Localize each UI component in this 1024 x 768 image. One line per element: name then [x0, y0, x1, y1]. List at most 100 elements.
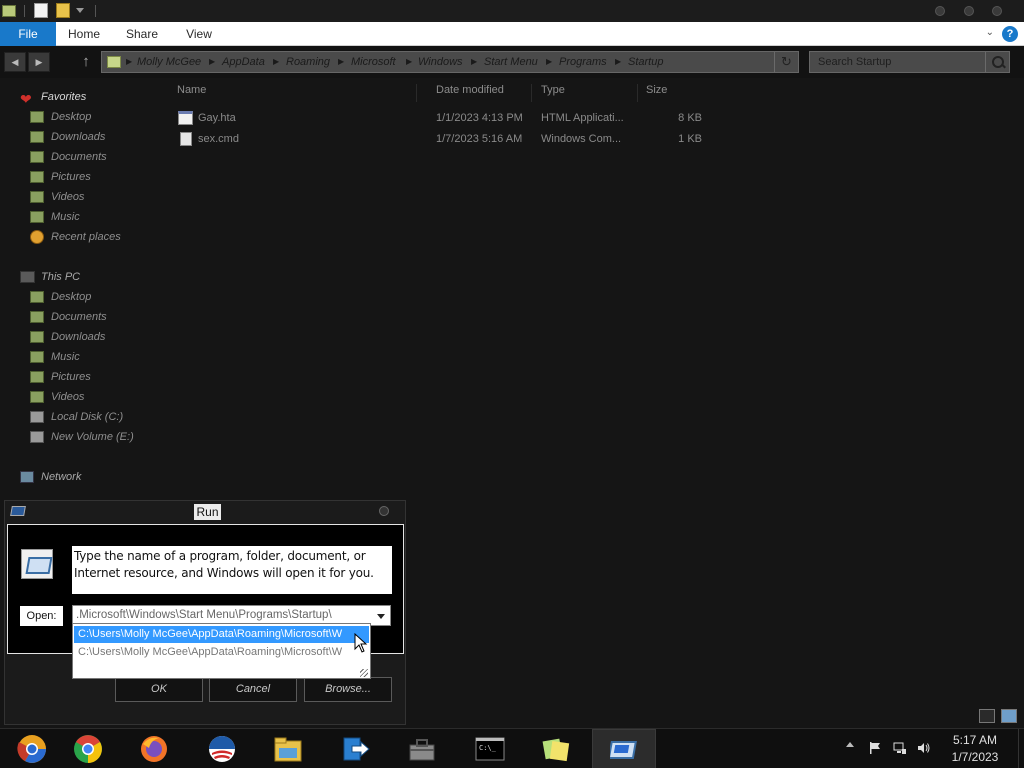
- file-type: HTML Applicati...: [541, 112, 624, 124]
- pictures-icon: [30, 371, 44, 383]
- firefox-icon: [141, 736, 167, 762]
- obama-logo-icon: [209, 736, 235, 762]
- tab-file[interactable]: File: [0, 22, 56, 46]
- taskbar-chrome-canary[interactable]: [0, 729, 64, 768]
- file-size: 8 KB: [678, 112, 702, 124]
- column-header-date-modified[interactable]: Date modified: [436, 84, 532, 102]
- resize-grip-icon[interactable]: [360, 669, 368, 677]
- maximize-button[interactable]: [964, 6, 974, 16]
- action-center-flag-icon[interactable]: [868, 741, 882, 755]
- breadcrumb-startup[interactable]: Startup: [628, 52, 663, 72]
- taskbar-exit-arrow[interactable]: [324, 729, 388, 768]
- minimize-button[interactable]: [935, 6, 945, 16]
- forward-button[interactable]: ▶: [28, 52, 50, 72]
- nav-item-label: Desktop: [51, 291, 92, 303]
- close-button[interactable]: [992, 6, 1002, 16]
- breadcrumb-separator-icon[interactable]: ▶: [273, 52, 279, 72]
- taskbar-file-explorer[interactable]: [256, 729, 320, 768]
- breadcrumb-appdata[interactable]: AppData: [222, 52, 265, 72]
- large-icons-view-icon[interactable]: [1001, 709, 1017, 723]
- cmd-file-icon: [180, 132, 192, 146]
- run-program-icon: [21, 549, 53, 579]
- nav-item-label: Music: [51, 351, 80, 363]
- clock-date[interactable]: 1/7/2023: [940, 750, 1010, 764]
- nav-item-label: Music: [51, 211, 80, 223]
- column-header-name[interactable]: Name: [177, 84, 417, 102]
- nav-item-label: Videos: [51, 391, 85, 403]
- nav-item-label: Documents: [51, 311, 107, 323]
- breadcrumb-molly-mcgee[interactable]: Molly McGee: [137, 52, 201, 72]
- nav-item-label: Local Disk (C:): [51, 411, 124, 423]
- drive-icon: [30, 431, 44, 443]
- nav-favorites-label: Favorites: [41, 91, 87, 103]
- chrome-canary-icon: [17, 735, 46, 763]
- back-button[interactable]: ◀: [4, 52, 26, 72]
- tab-home[interactable]: Home: [62, 22, 106, 46]
- run-dialog: Run Type the name of a program, folder, …: [4, 500, 406, 725]
- nav-this-pc-label: This PC: [41, 271, 81, 283]
- customize-qat-chevron-icon[interactable]: [76, 8, 84, 13]
- breadcrumb-separator-icon[interactable]: ▶: [126, 52, 132, 72]
- breadcrumb-separator-icon[interactable]: ▶: [546, 52, 552, 72]
- column-header-type[interactable]: Type: [541, 84, 638, 102]
- tab-view[interactable]: View: [178, 22, 220, 46]
- heart-icon: ❤: [20, 91, 32, 107]
- file-row-gay-hta[interactable]: Gay.hta 1/1/2023 4:13 PM HTML Applicati.…: [170, 108, 710, 128]
- column-header-size[interactable]: Size: [646, 84, 706, 102]
- breadcrumb-separator-icon[interactable]: ▶: [209, 52, 215, 72]
- address-bar[interactable]: ▶ Molly McGee ▶ AppData ▶ Roaming ▶ Micr…: [101, 51, 799, 73]
- ok-button[interactable]: OK: [115, 677, 203, 702]
- svg-text:C:\_: C:\_: [479, 744, 497, 752]
- taskbar-chrome[interactable]: [56, 729, 120, 768]
- title-bar: [0, 0, 1024, 22]
- chevron-down-icon[interactable]: [372, 606, 390, 625]
- clock-time[interactable]: 5:17 AM: [940, 733, 1010, 747]
- browse-button[interactable]: Browse...: [304, 677, 392, 702]
- breadcrumb-separator-icon[interactable]: ▶: [471, 52, 477, 72]
- breadcrumb-windows[interactable]: Windows: [418, 52, 463, 72]
- details-view-icon[interactable]: [979, 709, 995, 723]
- breadcrumb-separator-icon[interactable]: ▶: [615, 52, 621, 72]
- help-icon[interactable]: ?: [1002, 26, 1018, 42]
- search-icon[interactable]: [985, 52, 1009, 72]
- file-row-sex-cmd[interactable]: sex.cmd 1/7/2023 5:16 AM Windows Com... …: [170, 129, 710, 149]
- autocomplete-item[interactable]: C:\Users\Molly McGee\AppData\Roaming\Mic…: [74, 626, 369, 643]
- sticky-notes-icon: [542, 738, 570, 762]
- taskbar-cmd[interactable]: C:\_: [458, 729, 522, 768]
- breadcrumb-roaming[interactable]: Roaming: [286, 52, 330, 72]
- breadcrumb-separator-icon[interactable]: ▶: [338, 52, 344, 72]
- breadcrumb-start-menu[interactable]: Start Menu: [484, 52, 538, 72]
- taskbar-toolbox[interactable]: [390, 729, 454, 768]
- cancel-button[interactable]: Cancel: [209, 677, 297, 702]
- documents-icon: [30, 151, 44, 163]
- autocomplete-item[interactable]: C:\Users\Molly McGee\AppData\Roaming\Mic…: [74, 644, 369, 661]
- desktop-icon: [30, 291, 44, 303]
- taskbar-sticky-notes[interactable]: [524, 729, 588, 768]
- navigation-pane: ❤ Favorites Desktop Downloads Documents …: [0, 78, 150, 498]
- up-arrow-icon[interactable]: ↑: [78, 53, 94, 71]
- taskbar-obama-logo[interactable]: [190, 729, 254, 768]
- nav-item-label: Documents: [51, 151, 107, 163]
- cmd-icon: C:\_: [475, 737, 505, 761]
- explorer-folder-icon[interactable]: [2, 5, 16, 17]
- taskbar-run[interactable]: [592, 729, 656, 768]
- breadcrumb-separator-icon[interactable]: ▶: [406, 52, 412, 72]
- expand-ribbon-chevron-icon[interactable]: ⌄: [986, 27, 994, 38]
- breadcrumb-programs[interactable]: Programs: [559, 52, 607, 72]
- show-desktop-button[interactable]: [1018, 729, 1024, 768]
- taskbar-firefox[interactable]: [122, 729, 186, 768]
- refresh-icon[interactable]: ↻: [774, 52, 798, 72]
- open-autocomplete-list: C:\Users\Molly McGee\AppData\Roaming\Mic…: [72, 623, 371, 679]
- tab-share[interactable]: Share: [120, 22, 164, 46]
- taskbar: C:\_ 5:17 AM 1/7/2023: [0, 728, 1024, 768]
- chrome-icon: [74, 735, 102, 763]
- network-icon[interactable]: [893, 741, 907, 755]
- breadcrumb-microsoft[interactable]: Microsoft: [351, 52, 396, 72]
- volume-icon[interactable]: [917, 741, 931, 755]
- file-date: 1/1/2023 4:13 PM: [436, 112, 523, 124]
- show-hidden-icons-chevron-icon[interactable]: [846, 742, 854, 747]
- search-input[interactable]: [810, 52, 985, 72]
- close-button[interactable]: [379, 506, 389, 516]
- new-folder-icon[interactable]: [56, 3, 70, 18]
- properties-icon[interactable]: [34, 3, 48, 18]
